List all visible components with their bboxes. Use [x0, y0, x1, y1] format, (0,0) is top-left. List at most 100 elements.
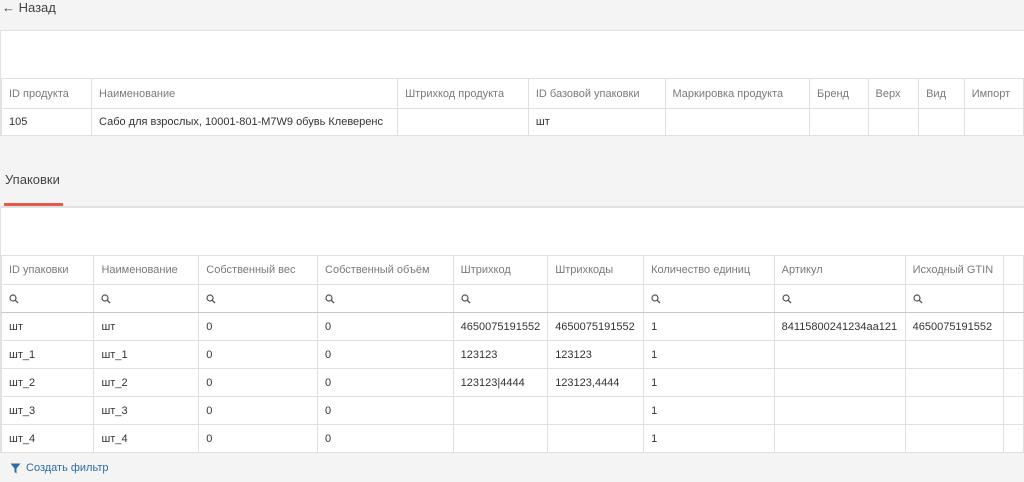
column-header[interactable]	[1003, 255, 1024, 285]
column-header[interactable]: Собственный вес	[198, 255, 319, 285]
table-cell	[452, 424, 549, 453]
column-header[interactable]: ID базовой упаковки	[527, 78, 666, 109]
column-header[interactable]: Исходный GTIN	[904, 255, 1005, 285]
filter-row	[0, 284, 1024, 313]
column-header[interactable]: ID упаковки	[0, 255, 95, 285]
table-cell: Сабо для взрослых, 10001-801-M7W9 обувь …	[91, 108, 399, 136]
table-cell: шт_2	[0, 368, 95, 397]
column-header[interactable]: Наименование	[93, 255, 200, 285]
table-cell	[397, 108, 529, 136]
column-header[interactable]: Импорт	[963, 78, 1024, 109]
filter-cell[interactable]	[1003, 284, 1024, 313]
table-cell	[1003, 368, 1024, 397]
table-cell	[867, 108, 920, 136]
filter-cell[interactable]	[773, 284, 906, 313]
table-cell: 4650075191552	[547, 312, 645, 341]
table-cell	[809, 108, 869, 136]
product-row[interactable]: 105 Сабо для взрослых, 10001-801-M7W9 об…	[0, 108, 1024, 136]
table-cell	[1003, 396, 1024, 425]
table-cell: шт_1	[93, 340, 200, 369]
search-icon	[325, 293, 335, 304]
table-cell: шт_4	[93, 424, 200, 453]
table-cell: 1	[643, 368, 775, 397]
table-cell: шт	[527, 108, 666, 136]
table-cell: 1	[643, 340, 775, 369]
filter-cell[interactable]	[643, 284, 775, 313]
table-cell: 123123	[452, 340, 549, 369]
column-header[interactable]: Маркировка продукта	[664, 78, 811, 109]
filter-cell[interactable]	[317, 284, 454, 313]
table-cell: шт_1	[0, 340, 95, 369]
column-header[interactable]: Бренд	[809, 78, 869, 109]
table-cell: 0	[198, 396, 319, 425]
table-row[interactable]: шт шт 0 0 4650075191552 4650075191552 1 …	[0, 312, 1024, 341]
table-cell	[963, 108, 1024, 136]
table-cell: 0	[317, 368, 454, 397]
table-cell	[773, 424, 906, 453]
table-cell: шт_2	[93, 368, 200, 397]
filter-icon	[10, 463, 21, 473]
tab-packages[interactable]: Упаковки	[5, 172, 60, 187]
table-cell: шт_4	[0, 424, 95, 453]
table-cell: 0	[317, 424, 454, 453]
table-cell	[1003, 424, 1024, 453]
table-cell: 123123,4444	[547, 368, 645, 397]
table-cell	[1003, 340, 1024, 369]
table-cell	[452, 396, 549, 425]
search-icon	[913, 293, 923, 304]
table-cell: 0	[317, 396, 454, 425]
column-header[interactable]: Собственный объём	[317, 255, 454, 285]
filter-cell[interactable]	[0, 284, 95, 313]
column-header[interactable]: Артикул	[773, 255, 906, 285]
column-header[interactable]: Верх	[867, 78, 920, 109]
filter-cell[interactable]	[93, 284, 200, 313]
column-header[interactable]: Наименование	[91, 78, 399, 109]
table-cell: 1	[643, 396, 775, 425]
search-icon	[651, 293, 661, 304]
product-header-row: ID продукта Наименование Штрихкод продук…	[0, 78, 1024, 109]
table-cell: шт_3	[0, 396, 95, 425]
table-cell	[904, 368, 1005, 397]
packages-header-row: ID упаковки Наименование Собственный вес…	[0, 255, 1024, 285]
table-cell	[664, 108, 811, 136]
back-link[interactable]: ← Назад	[2, 0, 56, 15]
table-cell: 4650075191552	[452, 312, 549, 341]
search-icon	[782, 293, 792, 304]
table-cell: 0	[317, 312, 454, 341]
filter-cell[interactable]	[904, 284, 1005, 313]
table-cell	[773, 340, 906, 369]
table-row[interactable]: шт_1 шт_1 0 0 123123 123123 1	[0, 340, 1024, 369]
filter-cell[interactable]	[547, 284, 645, 313]
table-row[interactable]: шт_3 шт_3 0 0 1	[0, 396, 1024, 425]
table-cell: 84115800241234aa121	[773, 312, 906, 341]
table-cell: 4650075191552	[904, 312, 1005, 341]
table-cell: 0	[198, 312, 319, 341]
table-cell	[918, 108, 965, 136]
column-header[interactable]: Штрихкод продукта	[397, 78, 529, 109]
table-cell: 0	[317, 340, 454, 369]
search-icon	[9, 293, 19, 304]
packages-panel: ID упаковки Наименование Собственный вес…	[0, 207, 1024, 453]
filter-cell[interactable]	[452, 284, 549, 313]
table-cell	[547, 396, 645, 425]
table-cell: шт_3	[93, 396, 200, 425]
table-cell	[904, 340, 1005, 369]
column-header[interactable]: Количество единиц	[643, 255, 775, 285]
column-header[interactable]: Вид	[918, 78, 965, 109]
column-header[interactable]: ID продукта	[0, 78, 93, 109]
table-cell: 0	[198, 424, 319, 453]
column-header[interactable]: Штрихкод	[452, 255, 549, 285]
packages-table: ID упаковки Наименование Собственный вес…	[0, 255, 1024, 453]
table-cell: 1	[643, 424, 775, 453]
table-row[interactable]: шт_4 шт_4 0 0 1	[0, 424, 1024, 453]
create-filter-button[interactable]: Создать фильтр	[10, 462, 109, 474]
table-cell	[547, 424, 645, 453]
product-panel: ID продукта Наименование Штрихкод продук…	[0, 30, 1024, 136]
table-row[interactable]: шт_2 шт_2 0 0 123123|4444 123123,4444 1	[0, 368, 1024, 397]
search-icon	[461, 293, 471, 304]
column-header[interactable]: Штрихкоды	[547, 255, 645, 285]
table-cell: 1	[643, 312, 775, 341]
table-cell: 105	[0, 108, 93, 136]
filter-cell[interactable]	[198, 284, 319, 313]
table-cell	[904, 396, 1005, 425]
